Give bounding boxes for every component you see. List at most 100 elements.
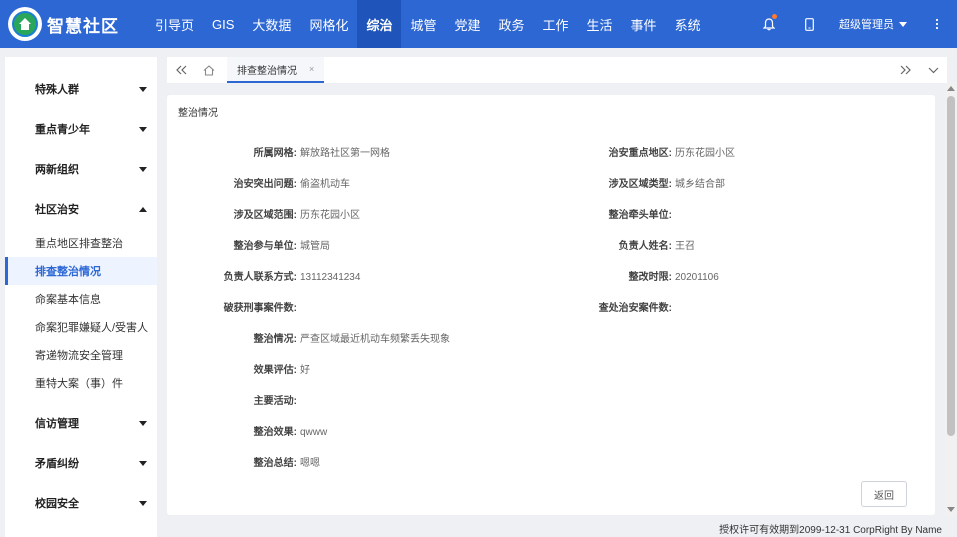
- caret-up-icon: [139, 206, 147, 212]
- footer-license: 授权许可有效期到2099-12-31 CorpRight By Name: [719, 525, 942, 536]
- scroll-up-icon[interactable]: [947, 86, 955, 91]
- field-situation: 整治情况: 严查区域最近机动车频繁丢失现象: [197, 330, 450, 345]
- field-label: 治安重点地区:: [608, 148, 672, 159]
- field-label: 负责人联系方式:: [223, 272, 297, 283]
- nav-system[interactable]: 系统: [666, 0, 710, 48]
- field-grid: 所属网格: 解放路社区第一网格: [197, 144, 390, 159]
- sidebar-group-label: 特殊人群: [35, 84, 79, 96]
- sidebar-item-check-rectify[interactable]: 排查整治情况: [5, 257, 157, 285]
- sidebar-group-special-population[interactable]: 特殊人群: [5, 69, 157, 109]
- field-value: 解放路社区第一网格: [300, 148, 390, 159]
- field-evaluation: 效果评估: 好: [197, 361, 310, 376]
- bell-icon[interactable]: [749, 0, 789, 48]
- chevron-down-icon: [899, 21, 907, 27]
- field-value: 偷盗机动车: [300, 179, 350, 190]
- field-effect: 整治效果: qwww: [197, 423, 328, 438]
- scroll-down-icon[interactable]: [947, 507, 955, 512]
- field-value: 20201106: [675, 272, 719, 283]
- field-value: 13112341234: [300, 272, 361, 283]
- field-activity: 主要活动:: [197, 392, 300, 407]
- field-deadline: 整改时限: 20201106: [572, 268, 719, 283]
- field-value: 王召: [675, 241, 695, 252]
- field-join-unit: 整治参与单位: 城管局: [197, 237, 330, 252]
- nav-event[interactable]: 事件: [622, 0, 666, 48]
- sidebar-group-label: 信访管理: [35, 418, 79, 430]
- field-issue: 治安突出问题: 偷盗机动车: [197, 175, 350, 190]
- caret-down-icon: [139, 126, 147, 132]
- tab-label: 排查整治情况: [237, 65, 297, 77]
- field-value: 历东花园小区: [675, 148, 735, 159]
- nav-comprehensive[interactable]: 综治: [357, 0, 402, 48]
- sidebar-group-new-orgs[interactable]: 两新组织: [5, 149, 157, 189]
- app-logo[interactable]: 智慧社区: [8, 7, 146, 41]
- back-button[interactable]: 返回: [861, 481, 907, 507]
- field-key-area: 治安重点地区: 历东花园小区: [572, 144, 735, 159]
- main-nav: 引导页 GIS 大数据 网格化 综治 城管 党建 政务 工作 生活 事件 系统: [146, 0, 710, 48]
- field-value: qwww: [300, 427, 328, 438]
- field-value: 好: [300, 365, 310, 376]
- field-label: 效果评估:: [253, 365, 297, 376]
- sidebar-item-key-area-check[interactable]: 重点地区排查整治: [5, 229, 157, 257]
- sidebar-group-label: 矛盾纠纷: [35, 458, 79, 470]
- logo-icon: [8, 7, 42, 41]
- scrollbar-thumb[interactable]: [947, 96, 955, 436]
- caret-down-icon: [139, 500, 147, 506]
- double-chevron-left-icon[interactable]: [167, 57, 195, 83]
- nav-bigdata[interactable]: 大数据: [243, 0, 300, 48]
- field-label: 负责人姓名:: [618, 241, 672, 252]
- nav-grid[interactable]: 网格化: [300, 0, 357, 48]
- nav-urban[interactable]: 城管: [401, 0, 445, 48]
- nav-gis[interactable]: GIS: [203, 0, 243, 48]
- sidebar-group-label: 校园安全: [35, 498, 79, 510]
- nav-guide[interactable]: 引导页: [146, 0, 203, 48]
- field-label: 整治效果:: [253, 427, 297, 438]
- field-summary: 整治总结: 嗯嗯: [197, 454, 320, 469]
- nav-gov[interactable]: 政务: [490, 0, 534, 48]
- field-label: 破获刑事案件数:: [223, 303, 297, 314]
- chevron-down-icon[interactable]: [919, 57, 947, 83]
- field-security-cases: 查处治安案件数:: [572, 299, 675, 314]
- field-value: 城管局: [300, 241, 330, 252]
- field-label: 涉及区域类型:: [608, 179, 672, 190]
- double-chevron-right-icon[interactable]: [891, 57, 919, 83]
- mobile-icon[interactable]: [789, 0, 829, 48]
- field-label: 主要活动:: [253, 396, 297, 407]
- sidebar-group-youth[interactable]: 重点青少年: [5, 109, 157, 149]
- sidebar-group-petition[interactable]: 信访管理: [5, 403, 157, 443]
- caret-down-icon: [139, 420, 147, 426]
- close-icon[interactable]: ×: [309, 64, 314, 74]
- nav-party[interactable]: 党建: [445, 0, 489, 48]
- sidebar-group-label: 重点青少年: [35, 124, 90, 136]
- field-lead-unit: 整治牵头单位:: [572, 206, 675, 221]
- sidebar-item-logistics-safety[interactable]: 寄递物流安全管理: [5, 341, 157, 369]
- field-value: 嗯嗯: [300, 458, 320, 469]
- field-value: 历东花园小区: [300, 210, 360, 221]
- app-name: 智慧社区: [47, 16, 119, 36]
- tab-check-rectify[interactable]: 排查整治情况 ×: [227, 57, 325, 83]
- field-label: 整治牵头单位:: [608, 210, 672, 221]
- field-owner-name: 负责人姓名: 王召: [572, 237, 695, 252]
- top-bar: 智慧社区 引导页 GIS 大数据 网格化 综治 城管 党建 政务 工作 生活 事…: [0, 0, 957, 48]
- field-area-range: 涉及区域范围: 历东花园小区: [197, 206, 360, 221]
- sidebar-item-homicide-info[interactable]: 命案基本信息: [5, 285, 157, 313]
- field-value: 严查区域最近机动车频繁丢失现象: [300, 334, 450, 345]
- field-label: 查处治安案件数:: [598, 303, 672, 314]
- sidebar-group-disputes[interactable]: 矛盾纠纷: [5, 443, 157, 483]
- field-label: 整改时限:: [628, 272, 672, 283]
- nav-life[interactable]: 生活: [578, 0, 622, 48]
- field-label: 整治总结:: [253, 458, 297, 469]
- user-name: 超级管理员: [839, 19, 894, 31]
- field-label: 所属网格:: [253, 148, 297, 159]
- field-label: 治安突出问题:: [233, 179, 297, 190]
- detail-card: 整治情况 所属网格: 解放路社区第一网格 治安突出问题: 偷盗机动车 涉及区域范…: [167, 95, 935, 515]
- sidebar-item-homicide-persons[interactable]: 命案犯罪嫌疑人/受害人: [5, 313, 157, 341]
- user-menu[interactable]: 超级管理员: [829, 0, 917, 48]
- card-title: 整治情况: [178, 108, 218, 119]
- sidebar-group-campus-safety[interactable]: 校园安全: [5, 483, 157, 523]
- home-icon[interactable]: [195, 57, 223, 83]
- more-vertical-icon[interactable]: [917, 0, 957, 48]
- sidebar-group-public-security[interactable]: 社区治安: [5, 189, 157, 229]
- nav-work[interactable]: 工作: [534, 0, 578, 48]
- notification-dot: [772, 14, 777, 19]
- sidebar-item-major-cases[interactable]: 重特大案（事）件: [5, 369, 157, 397]
